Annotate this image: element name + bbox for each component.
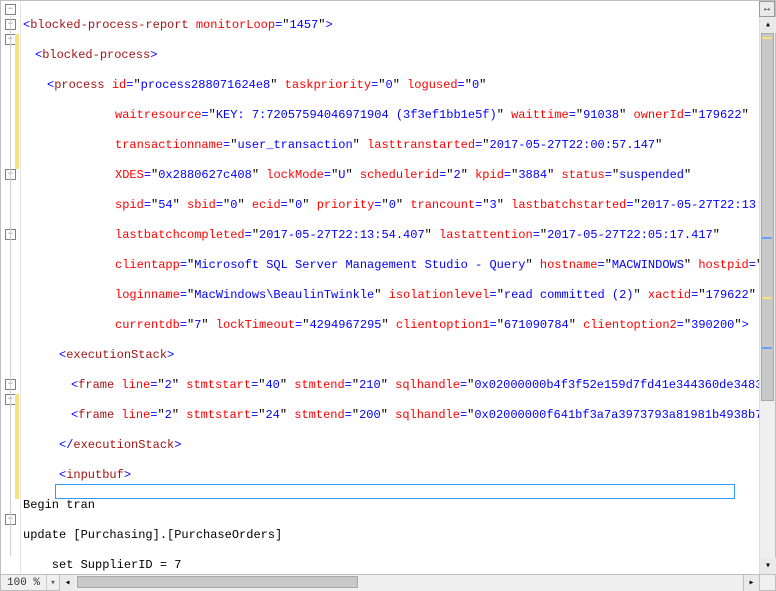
scroll-down-button[interactable]: ▾	[760, 558, 776, 574]
marker	[762, 297, 772, 299]
xml-editor-frame: ↔ − − − − − − − − <blocked-process-repor…	[0, 0, 776, 591]
hscroll-track[interactable]	[75, 575, 743, 591]
zoom-level[interactable]: 100 %	[1, 575, 47, 590]
scroll-left-button[interactable]: ◂	[59, 575, 75, 591]
scroll-right-button[interactable]: ▸	[743, 575, 759, 591]
marker	[762, 37, 772, 39]
code-viewport: <blocked-process-report monitorLoop="145…	[21, 1, 759, 574]
scroll-up-button[interactable]: ▴	[760, 17, 776, 33]
vscroll-thumb[interactable]	[761, 33, 774, 401]
caret-marker	[762, 347, 772, 349]
vertical-scrollbar[interactable]: ▴ ▾	[759, 17, 775, 574]
resize-corner	[759, 574, 775, 590]
split-nav-button[interactable]: ↔	[759, 1, 775, 17]
vscroll-track[interactable]	[760, 33, 775, 558]
status-bar: 100 % ▾ ◂ ▸	[1, 574, 759, 590]
change-marker	[15, 394, 19, 499]
marker	[762, 237, 772, 239]
change-marker	[15, 34, 19, 169]
tree-line	[10, 16, 11, 556]
fold-toggle[interactable]: −	[5, 4, 16, 15]
hscroll-thumb[interactable]	[77, 576, 358, 588]
xml-code[interactable]: <blocked-process-report monitorLoop="145…	[21, 1, 759, 574]
zoom-dropdown-icon[interactable]: ▾	[47, 578, 59, 588]
outline-gutter: − − − − − − − −	[1, 1, 21, 574]
